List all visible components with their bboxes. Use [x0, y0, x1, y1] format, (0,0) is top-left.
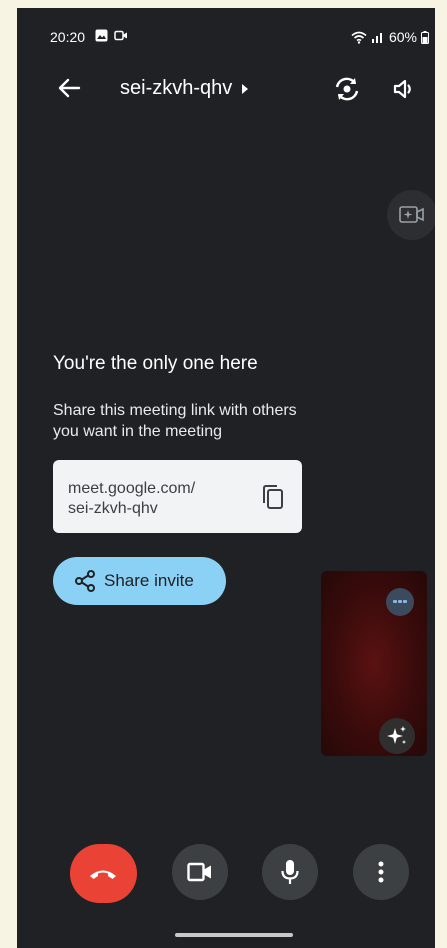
copy-icon[interactable]: [261, 484, 285, 510]
back-arrow-icon[interactable]: [55, 74, 83, 102]
phone-screen: 20:20 60% sei-zkvh-qhv You're the only o…: [17, 8, 435, 948]
speaker-icon[interactable]: [392, 76, 418, 102]
status-bar: 20:20 60%: [17, 8, 435, 52]
switch-camera-icon[interactable]: [333, 75, 361, 103]
share-icon: [75, 570, 95, 592]
self-view-options-button[interactable]: [386, 588, 414, 616]
meeting-link-text[interactable]: meet.google.com/ sei-zkvh-qhv: [68, 479, 238, 519]
battery-percent: 60%: [388, 29, 417, 45]
visual-effects-button[interactable]: [379, 718, 415, 754]
more-options-button[interactable]: [353, 844, 409, 900]
more-vert-icon: [378, 861, 384, 883]
signal-icon: [371, 33, 382, 43]
wifi-icon: [351, 31, 367, 44]
video-camera-icon: [187, 862, 211, 882]
meeting-top-bar: sei-zkvh-qhv: [17, 68, 435, 112]
effects-button[interactable]: [387, 190, 435, 240]
self-view-tile[interactable]: [321, 571, 427, 756]
image-notification-icon: [95, 29, 108, 42]
meeting-link-line1: meet.google.com/: [68, 480, 196, 497]
effects-icon: [399, 206, 424, 223]
hang-up-icon: [90, 870, 116, 879]
sparkle-icon: [387, 726, 406, 744]
hang-up-button[interactable]: [70, 844, 137, 903]
share-invite-label: Share invite: [104, 571, 194, 590]
play-arrow-icon: [242, 83, 249, 94]
only-one-here-heading: You're the only one here: [53, 353, 258, 374]
meeting-title[interactable]: sei-zkvh-qhv: [120, 77, 249, 100]
status-system-icons: 60%: [351, 29, 429, 45]
video-notification-icon: [114, 30, 127, 41]
microphone-icon: [281, 860, 299, 884]
camera-toggle-button[interactable]: [172, 844, 228, 900]
call-controls: [17, 844, 435, 904]
home-indicator[interactable]: [175, 933, 293, 937]
meeting-link-box: meet.google.com/ sei-zkvh-qhv: [53, 460, 302, 533]
status-time: 20:20: [50, 29, 86, 45]
microphone-toggle-button[interactable]: [262, 844, 318, 900]
share-link-instructions: Share this meeting link with others you …: [53, 402, 297, 440]
meeting-code: sei-zkvh-qhv: [120, 77, 233, 99]
meeting-link-line2: sei-zkvh-qhv: [68, 500, 158, 517]
status-notification-icons: [95, 29, 128, 42]
battery-icon: [421, 30, 429, 44]
share-invite-button[interactable]: Share invite: [53, 557, 226, 605]
